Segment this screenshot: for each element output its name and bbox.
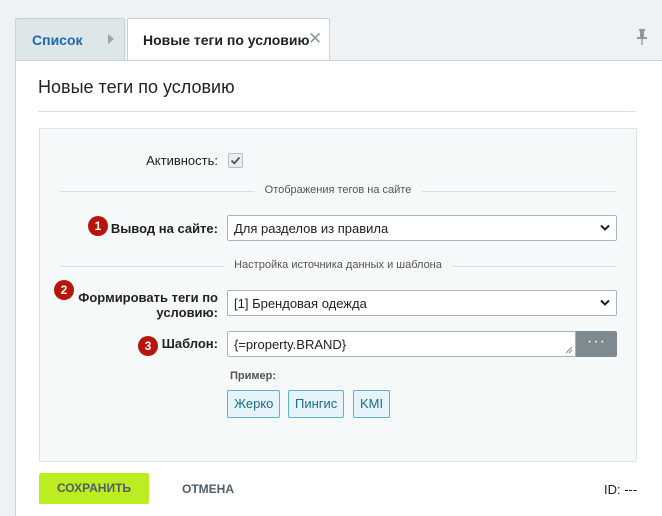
template-input-value: {=property.BRAND} xyxy=(234,337,347,352)
condition-select[interactable]: [1] Брендовая одежда xyxy=(227,290,617,316)
divider xyxy=(38,111,636,112)
section-source: Настройка источника данных и шаблона xyxy=(60,259,616,273)
chevron-right-icon xyxy=(108,34,114,44)
resize-grip-icon[interactable] xyxy=(565,346,573,354)
tab-bar: Список Новые теги по условию ✕ xyxy=(15,18,662,61)
form-box: Активность: Отображения тегов на сайте 1… xyxy=(39,128,637,462)
tab-list[interactable]: Список xyxy=(15,18,125,60)
tab-new-tags-label: Новые теги по условию xyxy=(143,32,310,48)
output-select-value: Для разделов из правила xyxy=(234,221,389,236)
condition-select-value: [1] Брендовая одежда xyxy=(234,296,367,311)
example-chip-kmi[interactable]: KMI xyxy=(353,390,391,418)
active-checkbox[interactable] xyxy=(228,153,243,168)
template-menu-button[interactable]: ··· xyxy=(576,331,617,357)
record-id: ID: --- xyxy=(604,482,638,497)
checkmark-icon xyxy=(230,156,241,165)
cancel-button[interactable]: ОТМЕНА xyxy=(182,482,234,496)
condition-label-line2: условию: xyxy=(156,305,218,320)
tab-new-tags[interactable]: Новые теги по условию ✕ xyxy=(127,18,330,61)
output-select[interactable]: Для разделов из правила xyxy=(227,215,617,241)
example-label: Пример: xyxy=(230,370,277,382)
section-display: Отображения тегов на сайте xyxy=(60,184,616,198)
main-panel: Новые теги по условию Активность: Отобра… xyxy=(15,60,662,516)
template-input[interactable]: {=property.BRAND} xyxy=(227,331,576,357)
active-label: Активность: xyxy=(146,153,218,168)
example-chip-pingis[interactable]: Пингис xyxy=(288,390,345,418)
save-button[interactable]: СОХРАНИТЬ xyxy=(39,473,149,504)
example-chip-zherko[interactable]: Жерко xyxy=(227,390,281,418)
close-icon[interactable]: ✕ xyxy=(308,30,322,47)
chevron-down-icon xyxy=(600,224,610,231)
tab-list-label[interactable]: Список xyxy=(32,32,83,48)
condition-label-line1: Формировать теги по xyxy=(78,290,218,305)
output-label: Вывод на сайте: xyxy=(110,221,218,236)
page-title: Новые теги по условию xyxy=(38,77,235,97)
section-source-title: Настройка источника данных и шаблона xyxy=(224,259,452,271)
section-display-title: Отображения тегов на сайте xyxy=(254,184,422,196)
chevron-down-icon xyxy=(600,299,610,306)
pin-icon[interactable] xyxy=(636,29,648,45)
template-label: Шаблон: xyxy=(161,336,218,351)
